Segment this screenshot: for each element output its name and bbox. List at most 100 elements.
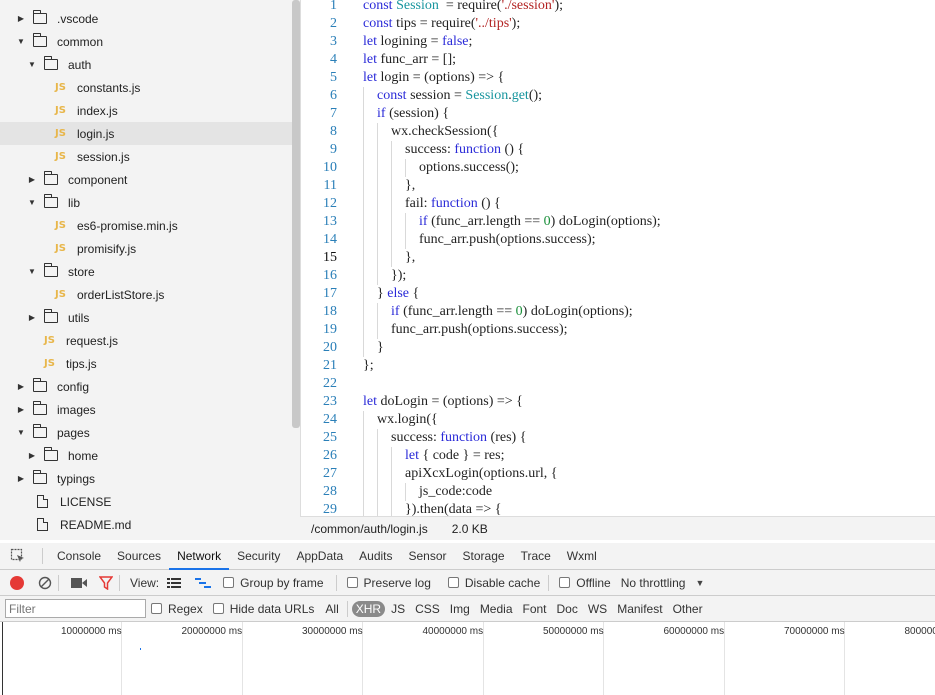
tree-folder[interactable]: ▶ .vscode [0, 7, 292, 30]
code-line[interactable]: 29}).then(data => { [301, 501, 935, 516]
code-line[interactable]: 3 let logining = false; [301, 33, 935, 51]
list-view-icon[interactable] [167, 577, 182, 589]
filter-type-doc[interactable]: Doc [553, 601, 582, 617]
tab-network[interactable]: Network [169, 543, 230, 570]
code-line[interactable]: 9 success: function () { [301, 141, 935, 159]
code-line[interactable]: 1 const Session = require('./session'); [301, 0, 935, 15]
regex-checkbox[interactable] [151, 603, 162, 614]
tab-console[interactable]: Console [49, 543, 109, 570]
preserve-log-checkbox[interactable] [346, 577, 358, 588]
code-editor[interactable]: 1 const Session = require('./session'); 2 c… [300, 0, 935, 516]
network-timeline[interactable]: 10000000 ms 20000000 ms 30000000 ms 4000000… [0, 622, 935, 695]
code-line[interactable]: 17} else { [301, 285, 935, 303]
filter-type-all[interactable]: All [321, 601, 342, 617]
filter-type-ws[interactable]: WS [584, 601, 611, 617]
camera-icon[interactable] [71, 577, 87, 589]
record-button[interactable] [10, 575, 24, 590]
code-line[interactable]: 4 let func_arr = []; [301, 51, 935, 69]
tree-file[interactable]: JS tips.js [0, 352, 292, 375]
code-line[interactable]: 26 let { code } = res; [301, 447, 935, 465]
filter-icon[interactable] [99, 575, 113, 590]
code-line[interactable]: 18 if (func_arr.length == 0) doLogin(opti… [301, 303, 935, 321]
chevron-right-icon[interactable]: ▶ [15, 381, 27, 393]
code-line[interactable]: 22 [301, 375, 935, 393]
tree-folder[interactable]: ▶ home [0, 444, 292, 467]
filter-type-other[interactable]: Other [669, 601, 707, 617]
disable-cache-checkbox[interactable] [447, 577, 459, 588]
tab-wxml[interactable]: Wxml [559, 543, 605, 570]
group-by-frame-checkbox[interactable] [223, 577, 235, 588]
code-line[interactable]: 16}); [301, 267, 935, 285]
filter-type-media[interactable]: Media [476, 601, 517, 617]
chevron-down-icon[interactable]: ▼ [15, 36, 27, 48]
code-line[interactable]: 27 apiXcxLogin(options.url, { [301, 465, 935, 483]
chevron-right-icon[interactable]: ▶ [26, 174, 38, 186]
filter-input[interactable] [5, 599, 146, 618]
tree-file[interactable]: JS request.js [0, 329, 292, 352]
tree-file[interactable]: README.md [0, 513, 292, 536]
code-line[interactable]: 11}, [301, 177, 935, 195]
chevron-down-icon[interactable]: ▼ [26, 266, 38, 278]
code-line[interactable]: 2 const tips = require('../tips'); [301, 15, 935, 33]
tree-folder[interactable]: ▶ typings [0, 467, 292, 490]
code-line[interactable]: 8 wx.checkSession({ [301, 123, 935, 141]
tree-folder[interactable]: ▶ images [0, 398, 292, 421]
tab-sources[interactable]: Sources [109, 543, 169, 570]
filter-type-font[interactable]: Font [519, 601, 551, 617]
filter-type-manifest[interactable]: Manifest [613, 601, 666, 617]
code-line[interactable]: 5 let login = (options) => { [301, 69, 935, 87]
code-line[interactable]: 15}, [301, 249, 935, 267]
tree-file[interactable]: JS orderListStore.js [0, 283, 292, 306]
tree-folder[interactable]: ▼ auth [0, 53, 292, 76]
chevron-right-icon[interactable]: ▶ [15, 473, 27, 485]
code-line[interactable]: 23 let doLogin = (options) => { [301, 393, 935, 411]
tree-file[interactable]: JS es6-promise.min.js [0, 214, 292, 237]
filter-type-css[interactable]: CSS [411, 601, 444, 617]
tree-file[interactable]: JS constants.js [0, 76, 292, 99]
code-line[interactable]: 19 func_arr.push(options.success); [301, 321, 935, 339]
filter-type-img[interactable]: Img [446, 601, 474, 617]
tree-file[interactable]: LICENSE [0, 490, 292, 513]
tree-file[interactable]: JS session.js [0, 145, 292, 168]
tree-file[interactable]: JS index.js [0, 99, 292, 122]
chevron-right-icon[interactable]: ▶ [15, 13, 27, 25]
code-line[interactable]: 21}; [301, 357, 935, 375]
code-line[interactable]: 24 wx.login({ [301, 411, 935, 429]
tab-storage[interactable]: Storage [455, 543, 513, 570]
chevron-down-icon[interactable]: ▼ [15, 427, 27, 439]
tab-appdata[interactable]: AppData [288, 543, 351, 570]
throttling-select[interactable]: No throttling ▼ [621, 576, 705, 590]
chevron-down-icon[interactable]: ▼ [26, 59, 38, 71]
code-line[interactable]: 13 if (func_arr.length == 0) doLogin(opti… [301, 213, 935, 231]
tree-folder[interactable]: ▶ config [0, 375, 292, 398]
code-line[interactable]: 6 const session = Session.get(); [301, 87, 935, 105]
tree-file[interactable]: JS promisify.js [0, 237, 292, 260]
tree-folder[interactable]: ▶ utils [0, 306, 292, 329]
file-explorer-scrollbar[interactable] [292, 0, 300, 428]
tab-sensor[interactable]: Sensor [401, 543, 455, 570]
filter-type-xhr[interactable]: XHR [351, 600, 386, 617]
tree-folder[interactable]: ▼ pages [0, 421, 292, 444]
clear-icon[interactable] [38, 576, 52, 590]
code-line[interactable]: 10 options.success(); [301, 159, 935, 177]
code-line[interactable]: 7 if (session) { [301, 105, 935, 123]
tab-security[interactable]: Security [229, 543, 288, 570]
chevron-right-icon[interactable]: ▶ [26, 312, 38, 324]
filter-type-js[interactable]: JS [387, 601, 409, 617]
chevron-right-icon[interactable]: ▶ [15, 404, 27, 416]
inspect-element-icon[interactable] [0, 548, 36, 564]
tree-folder[interactable]: ▶ component [0, 168, 292, 191]
waterfall-view-icon[interactable] [195, 577, 212, 589]
code-line[interactable]: 14 func_arr.push(options.success); [301, 231, 935, 249]
tab-audits[interactable]: Audits [351, 543, 400, 570]
code-line[interactable]: 28 js_code:code [301, 483, 935, 501]
chevron-right-icon[interactable]: ▶ [26, 450, 38, 462]
tree-file[interactable]: JS login.js [0, 122, 292, 145]
code-line[interactable]: 20} [301, 339, 935, 357]
hide-data-urls-checkbox[interactable] [212, 603, 224, 614]
code-line[interactable]: 12 fail: function () { [301, 195, 935, 213]
offline-checkbox[interactable] [559, 577, 571, 588]
tree-folder[interactable]: ▼ common [0, 30, 292, 53]
tree-folder[interactable]: ▼ store [0, 260, 292, 283]
chevron-down-icon[interactable]: ▼ [26, 197, 38, 209]
